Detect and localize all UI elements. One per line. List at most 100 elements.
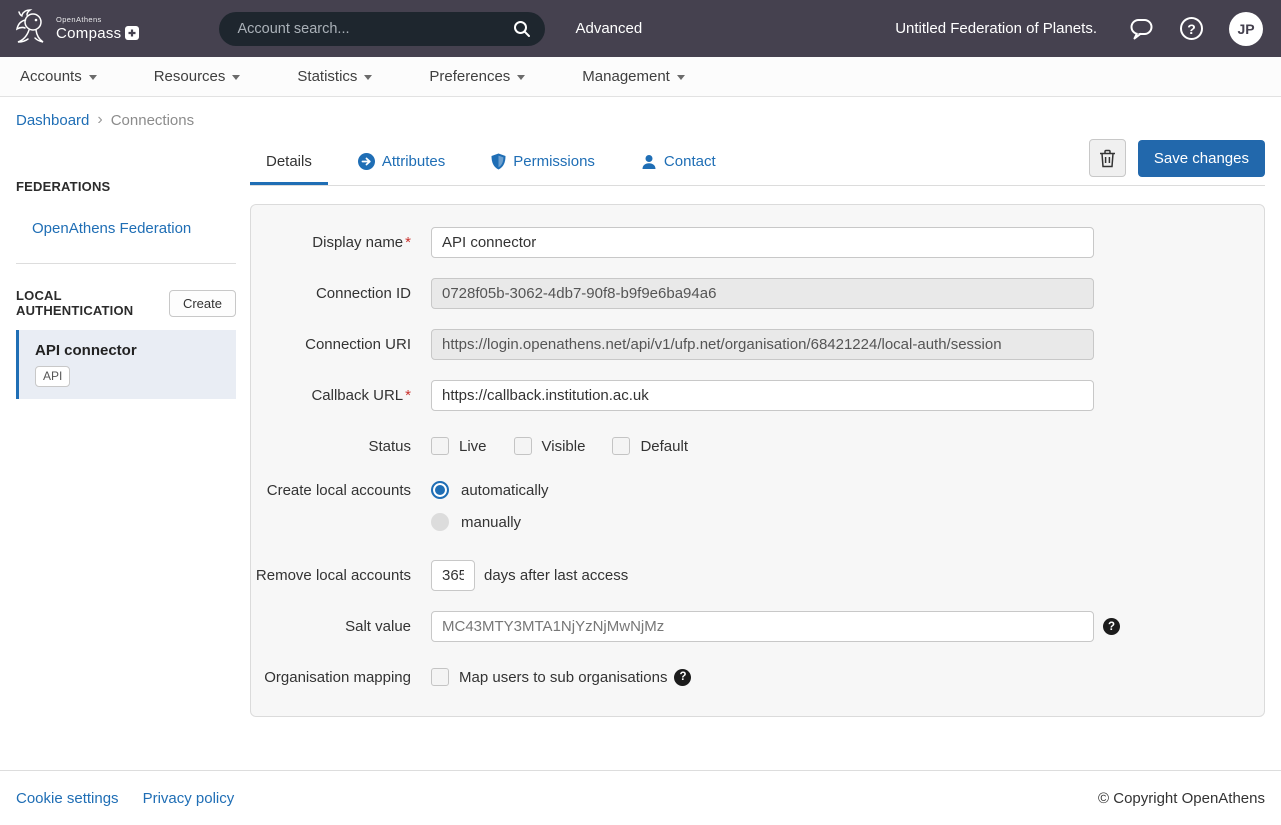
- search-button[interactable]: [511, 18, 533, 40]
- topbar-right: Untitled Federation of Planets. ? JP: [895, 12, 1263, 46]
- menu-management[interactable]: Management: [582, 68, 685, 85]
- menu-resources-label: Resources: [154, 68, 226, 85]
- organisation-mapping-checkbox[interactable]: [431, 668, 449, 686]
- status-visible-checkbox[interactable]: [514, 437, 532, 455]
- breadcrumb-current: Connections: [111, 112, 194, 129]
- organisation-mapping-checkbox-label: Map users to sub organisations: [459, 669, 667, 686]
- menu-preferences-label: Preferences: [429, 68, 510, 85]
- copyright-text: © Copyright OpenAthens: [1098, 790, 1265, 807]
- breadcrumb: Dashboard › Connections: [0, 97, 1281, 139]
- chat-button[interactable]: [1129, 17, 1154, 41]
- chevron-down-icon: [364, 75, 372, 80]
- page-footer: Cookie settings Privacy policy © Copyrig…: [0, 770, 1281, 825]
- chat-bubble-icon: [1129, 17, 1154, 41]
- create-local-accounts-row: Create local accounts automatically manu…: [251, 481, 1264, 531]
- sidebar: FEDERATIONS OpenAthens Federation LOCAL …: [16, 139, 236, 399]
- manually-label: manually: [461, 514, 521, 531]
- chevron-down-icon: [677, 75, 685, 80]
- callback-url-input[interactable]: [431, 380, 1094, 411]
- shield-icon: [491, 153, 506, 170]
- connection-name: API connector: [35, 342, 226, 359]
- remove-local-accounts-input[interactable]: [431, 560, 475, 591]
- remove-local-accounts-suffix: days after last access: [484, 567, 628, 584]
- chevron-down-icon: [89, 75, 97, 80]
- salt-value-label: Salt value: [251, 618, 431, 635]
- account-search-input[interactable]: [237, 21, 511, 37]
- menu-preferences[interactable]: Preferences: [429, 68, 525, 85]
- cookie-settings-link[interactable]: Cookie settings: [16, 790, 119, 807]
- tab-underline: [250, 185, 1265, 186]
- tab-details[interactable]: Details: [250, 139, 328, 185]
- openathens-compass-logo[interactable]: OpenAthens Compass: [10, 7, 139, 51]
- menu-accounts[interactable]: Accounts: [20, 68, 97, 85]
- help-button[interactable]: ?: [1180, 17, 1203, 40]
- remove-local-accounts-label: Remove local accounts: [251, 567, 431, 584]
- create-connection-button[interactable]: Create: [169, 290, 236, 317]
- local-authentication-header: LOCAL AUTHENTICATION Create: [16, 288, 236, 318]
- callback-url-label: Callback URL*: [251, 387, 431, 404]
- display-name-input[interactable]: [431, 227, 1094, 258]
- content-area: FEDERATIONS OpenAthens Federation LOCAL …: [0, 139, 1281, 770]
- manually-radio[interactable]: [431, 513, 449, 531]
- status-default-checkbox[interactable]: [612, 437, 630, 455]
- page: OpenAthens Compass: [0, 0, 1281, 825]
- breadcrumb-separator: ›: [97, 111, 102, 129]
- remove-local-accounts-row: Remove local accounts days after last ac…: [251, 560, 1264, 591]
- breadcrumb-dashboard-link[interactable]: Dashboard: [16, 112, 89, 129]
- tab-contact[interactable]: Contact: [625, 139, 732, 185]
- tab-row: Details Attributes: [250, 139, 1265, 185]
- menu-resources[interactable]: Resources: [154, 68, 241, 85]
- connection-id-input: [431, 278, 1094, 309]
- connection-id-row: Connection ID: [251, 278, 1264, 309]
- arrow-right-circle-icon: [358, 153, 375, 170]
- connection-uri-label: Connection URI: [251, 336, 431, 353]
- organisation-mapping-label: Organisation mapping: [251, 669, 431, 686]
- tab-permissions-label: Permissions: [513, 153, 595, 170]
- brand-openathens: OpenAthens: [56, 16, 139, 24]
- required-marker: *: [405, 387, 411, 404]
- display-name-label: Display name*: [251, 234, 431, 251]
- menu-statistics[interactable]: Statistics: [297, 68, 372, 85]
- salt-value-input[interactable]: [431, 611, 1094, 642]
- connection-uri-input: [431, 329, 1094, 360]
- tab-permissions[interactable]: Permissions: [475, 139, 611, 185]
- status-default-label: Default: [640, 438, 688, 455]
- create-local-accounts-options: automatically manually: [431, 481, 549, 531]
- connection-type-badge: API: [35, 366, 70, 387]
- chevron-down-icon: [517, 75, 525, 80]
- user-avatar[interactable]: JP: [1229, 12, 1263, 46]
- tab-contact-label: Contact: [664, 153, 716, 170]
- help-icon: ?: [1180, 17, 1203, 40]
- create-local-accounts-label: Create local accounts: [251, 481, 431, 499]
- top-navbar: OpenAthens Compass: [0, 0, 1281, 57]
- delete-connection-button[interactable]: [1089, 139, 1126, 177]
- sidebar-item-api-connector[interactable]: API connector API: [16, 330, 236, 399]
- tab-attributes-label: Attributes: [382, 153, 445, 170]
- organisation-mapping-row: Organisation mapping Map users to sub or…: [251, 662, 1264, 692]
- chevron-down-icon: [232, 75, 240, 80]
- menu-management-label: Management: [582, 68, 670, 85]
- privacy-policy-link[interactable]: Privacy policy: [143, 790, 235, 807]
- tab-details-label: Details: [266, 153, 312, 170]
- tab-attributes[interactable]: Attributes: [342, 139, 461, 185]
- automatically-radio[interactable]: [431, 481, 449, 499]
- advanced-search-link[interactable]: Advanced: [575, 20, 642, 37]
- status-live-label: Live: [459, 438, 487, 455]
- organisation-mapping-help-icon[interactable]: ?: [674, 669, 691, 686]
- callback-url-row: Callback URL*: [251, 380, 1264, 411]
- status-label: Status: [251, 438, 431, 455]
- connection-details-form: Display name* Connection ID Connection U…: [250, 204, 1265, 717]
- owl-logo-icon: [10, 7, 50, 51]
- main-panel: Details Attributes: [250, 139, 1265, 717]
- status-options: Live Visible Default: [431, 437, 715, 455]
- trash-icon: [1099, 149, 1116, 168]
- status-live-checkbox[interactable]: [431, 437, 449, 455]
- menu-statistics-label: Statistics: [297, 68, 357, 85]
- sidebar-item-openathens-federation[interactable]: OpenAthens Federation: [16, 220, 236, 237]
- tabs: Details Attributes: [250, 139, 746, 185]
- connection-id-label: Connection ID: [251, 285, 431, 302]
- logo-text: OpenAthens Compass: [56, 16, 139, 41]
- salt-value-help-icon[interactable]: ?: [1103, 618, 1120, 635]
- save-changes-button[interactable]: Save changes: [1138, 140, 1265, 177]
- main-menubar: Accounts Resources Statistics Preference…: [0, 57, 1281, 97]
